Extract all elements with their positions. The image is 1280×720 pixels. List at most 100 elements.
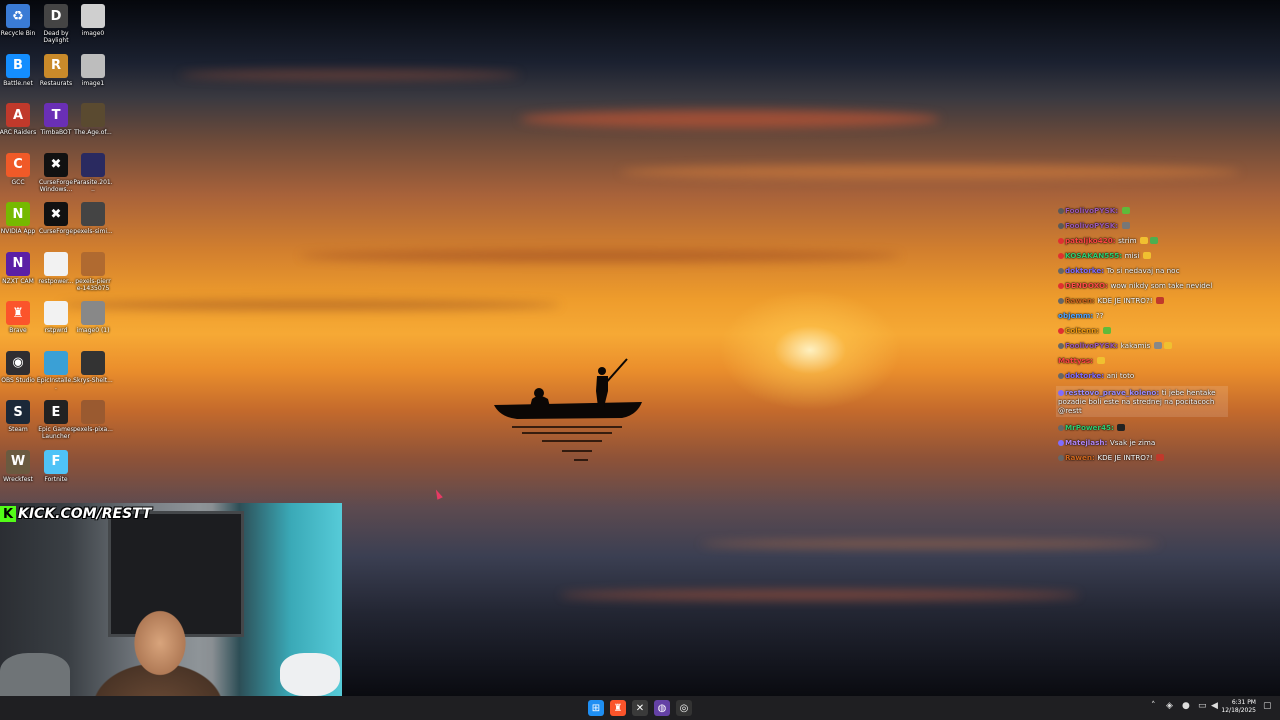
boat-silhouette (494, 358, 642, 461)
show-hidden-icons-icon[interactable]: ˄ (1151, 701, 1156, 711)
desktop-icon[interactable]: A ARC Raiders (0, 103, 38, 136)
brave-icon: ♜ (6, 301, 30, 325)
desktop-icon[interactable]: restpower... (36, 251, 76, 285)
desktop-icon[interactable]: T TimbaBOT (36, 103, 76, 136)
desktop-icon[interactable]: D Dead by Daylight (36, 4, 76, 44)
desktop-icon[interactable]: The.Age.of... (73, 103, 113, 136)
nzxt-icon: N (6, 251, 30, 276)
desktop-icon[interactable]: Parasite.201... (73, 152, 113, 193)
chat-message: resttovo_prave_koleno: ti jebe hentake p… (1056, 386, 1228, 417)
system-clock[interactable]: 6:31 PM 12/18/2025 (1221, 699, 1256, 715)
chat-badge-icon (1058, 283, 1064, 289)
desktop-icon[interactable]: image0 (1) (73, 301, 113, 334)
desktop-icon[interactable]: ♻ Recycle Bin (0, 4, 38, 37)
chat-text: strim (1118, 236, 1139, 245)
chat-username: Matejlash: (1065, 438, 1110, 447)
chat-username: pataljko420: (1065, 236, 1119, 245)
desktop-icon[interactable]: F Fortnite (36, 449, 76, 483)
desktop-icon-label: pexels-pixa... (73, 426, 113, 433)
desktop-icon-label: Steam (8, 426, 28, 433)
windows-start-icon[interactable]: ⊞ (588, 700, 604, 716)
desktop-icon[interactable]: N NZXT CAM (0, 251, 38, 285)
desktop-icon[interactable]: E Epic Games Launcher (36, 400, 76, 440)
webcam-plush-toy (0, 653, 70, 696)
chat-text: misi (1124, 251, 1142, 260)
restaurats-icon: R (44, 53, 68, 78)
curseforge-icon: ✖ (44, 152, 68, 177)
desktop-icon[interactable]: image0 (73, 4, 113, 37)
desktop-icon[interactable]: pexels-pierr e-1435075 (73, 251, 113, 292)
brave-icon[interactable]: ♜ (610, 700, 626, 716)
twitch-icon[interactable]: ◍ (654, 700, 670, 716)
chat-username: doktorke: (1065, 266, 1107, 275)
xbox-icon[interactable]: ✕ (632, 700, 648, 716)
chat-badge-icon (1058, 223, 1064, 229)
chat-username: FoolivoPYSK: (1065, 341, 1121, 350)
desktop-icon-label: Brave (9, 327, 27, 334)
chat-app-icon[interactable]: ◎ (676, 700, 692, 716)
desktop-icon[interactable]: ✖ CurseForge (36, 202, 76, 235)
chat-message: MrPower45: (1058, 423, 1238, 432)
curseforge-icon: ✖ (44, 202, 68, 226)
chat-username: MrPower45: (1065, 423, 1117, 432)
chat-emote-icon (1163, 342, 1172, 349)
wreckfest-icon: W (6, 449, 30, 474)
desktop-icon[interactable]: ♜ Brave (0, 301, 38, 334)
desktop-icon[interactable]: S Steam (0, 400, 38, 433)
image-file-icon (81, 400, 105, 424)
desktop-icon-label: image0 (1) (76, 327, 110, 334)
volume-icon[interactable]: ◀ (1211, 701, 1218, 711)
desktop-icon-label: GCC (11, 178, 25, 186)
sunset-cloud-streak (300, 250, 900, 262)
image-file-icon (81, 53, 105, 78)
chat-username: Rawen: (1065, 453, 1098, 462)
desktop-icon-label: Battle.net (3, 79, 33, 87)
gcc-icon: C (6, 152, 30, 177)
tray-app-icon[interactable]: ◈ (1166, 701, 1173, 711)
chat-text: ani toto (1106, 371, 1135, 380)
fortnite-icon: F (44, 449, 68, 474)
webcam-pillow (280, 653, 340, 696)
desktop-icon[interactable]: B Battle.net (0, 53, 38, 87)
clock-time: 6:31 PM (1231, 699, 1256, 706)
chat-username: Coltenn: (1065, 326, 1102, 335)
sunset-cloud-streak (520, 110, 940, 128)
desktop-icon[interactable]: rstpwrd (36, 301, 76, 334)
chat-badge-icon (1058, 253, 1064, 259)
desktop-icon-label: restpower... (38, 277, 74, 285)
desktop-icon[interactable]: C GCC (0, 152, 38, 186)
desktop-icon-label: ARC Raiders (0, 129, 37, 136)
chat-emote-icon (1149, 237, 1158, 244)
chat-message: doktorke: To si nedavaj na noc (1058, 266, 1238, 275)
chat-badge-icon (1058, 328, 1064, 334)
recycle-bin-icon: ♻ (6, 4, 30, 28)
chat-username: resttovo_prave_koleno: (1065, 388, 1162, 397)
webcam-overlay (0, 503, 342, 696)
desktop-icon-label: EpicInstalle... (36, 376, 76, 391)
video-file-icon (81, 103, 105, 127)
desktop-icon[interactable]: pexels-pixa... (73, 400, 113, 433)
epic-games-icon: E (44, 400, 68, 424)
nvidia-icon: N (6, 202, 30, 226)
chat-message: FoolivoPYSK: (1058, 221, 1238, 230)
desktop-icon[interactable]: N NVIDIA App (0, 202, 38, 235)
installer-icon (44, 350, 68, 375)
desktop-icon[interactable]: image1 (73, 53, 113, 87)
microphone-icon[interactable]: ● (1182, 701, 1190, 711)
desktop-icon-label: TimbaBOT (40, 129, 72, 136)
chat-badge-icon (1058, 390, 1064, 396)
desktop-icon-label: Fortnite (44, 475, 68, 483)
desktop-icon[interactable]: W Wreckfest (0, 449, 38, 483)
notifications-icon[interactable]: ▢ (1263, 701, 1272, 711)
desktop-icon[interactable]: ◉ OBS Studio (0, 350, 38, 384)
network-icon[interactable]: ▭ (1198, 701, 1207, 711)
desktop-icon[interactable]: ✖ CurseForge Windows... (36, 152, 76, 193)
desktop-icon[interactable]: Skrys-Shelt... (73, 350, 113, 384)
desktop-icon[interactable]: R Restaurats (36, 53, 76, 87)
desktop-icon-label: NZXT CAM (2, 277, 34, 285)
chat-username: doktorke: (1065, 371, 1107, 380)
image-file-icon (81, 251, 105, 276)
chat-username: Rawen: (1065, 296, 1098, 305)
desktop-icon[interactable]: EpicInstalle... (36, 350, 76, 391)
desktop-icon[interactable]: pexels-simi... (73, 202, 113, 235)
